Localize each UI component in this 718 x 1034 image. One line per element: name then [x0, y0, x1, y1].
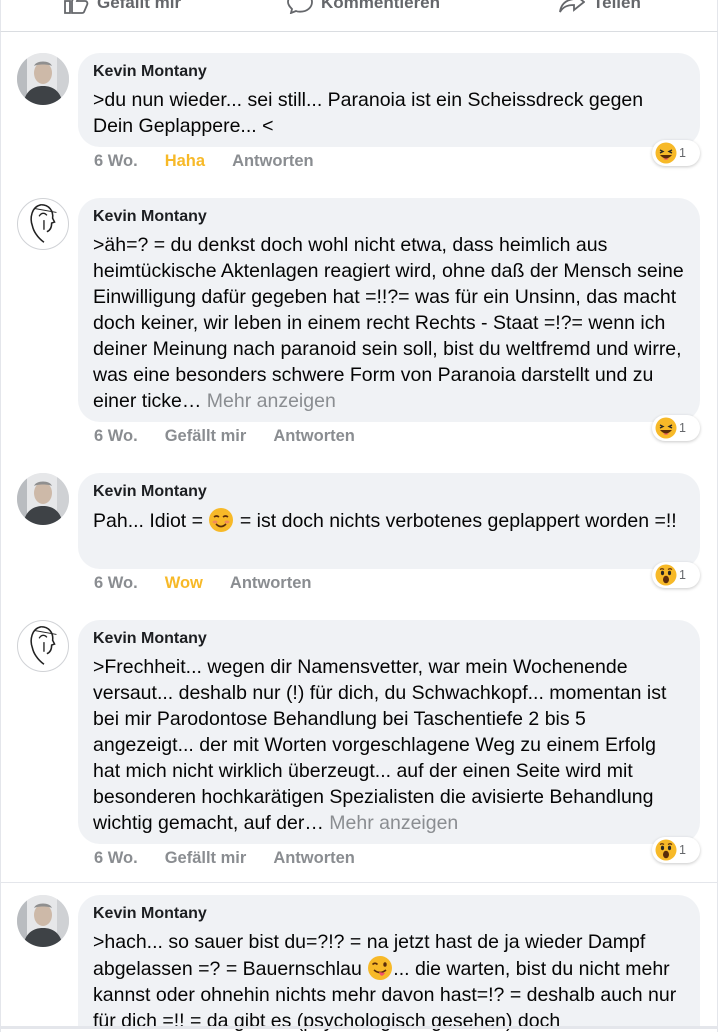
share-arrow-icon — [559, 0, 585, 13]
comment-meta: 6 Wo. Gefällt mir Antworten — [94, 849, 355, 868]
like-action-label: Gefällt mir — [97, 0, 182, 12]
comment-text-body: >äh=? = du denkst doch wohl nicht etwa, … — [93, 234, 684, 412]
comment-time[interactable]: 6 Wo. — [94, 849, 138, 868]
comment-author[interactable]: Kevin Montany — [93, 208, 686, 226]
divider — [0, 882, 718, 883]
comment-time[interactable]: 6 Wo. — [94, 574, 138, 593]
comment-author[interactable]: Kevin Montany — [93, 63, 686, 81]
profile-photo-icon — [17, 53, 69, 105]
thumbs-up-icon — [64, 0, 89, 14]
comment-action-button[interactable]: Kommentieren — [287, 0, 440, 14]
comment-text: >Frechheit... wegen dir Namensvetter, wa… — [93, 654, 686, 836]
comment-bubble: Kevin Montany >Frechheit... wegen dir Na… — [78, 620, 700, 844]
reaction-count: 1 — [679, 421, 686, 435]
avatar[interactable] — [17, 895, 69, 947]
reaction-count: 1 — [679, 568, 686, 582]
reaction-button[interactable]: Gefällt mir — [165, 849, 247, 868]
avatar[interactable] — [17, 620, 69, 672]
avatar[interactable] — [17, 53, 69, 105]
comment-meta: 6 Wo. Gefällt mir Antworten — [94, 427, 355, 446]
reply-button[interactable]: Antworten — [232, 152, 314, 171]
wow-emoji-icon — [655, 839, 677, 861]
comment-text-body: >Frechheit... wegen dir Namensvetter, wa… — [93, 656, 667, 834]
laughing-emoji-icon — [655, 417, 677, 439]
profile-photo-icon — [17, 473, 69, 525]
sketch-face-icon — [30, 626, 57, 665]
laughing-emoji-icon — [655, 142, 677, 164]
speech-bubble-icon — [287, 0, 313, 14]
comment-bubble: Kevin Montany Pah... Idiot = = ist doch … — [78, 473, 700, 569]
like-action-button[interactable]: Gefällt mir — [63, 0, 181, 14]
sketch-face-icon — [30, 204, 57, 243]
reaction-summary[interactable]: 1 — [652, 415, 700, 441]
comment-author[interactable]: Kevin Montany — [93, 630, 686, 648]
reaction-summary[interactable]: 1 — [652, 837, 700, 863]
winking-tongue-emoji-icon — [368, 956, 393, 980]
smiling-emoji-icon — [209, 508, 234, 532]
reply-button[interactable]: Antworten — [230, 574, 312, 593]
comment-meta: 6 Wo. Haha Antworten — [94, 152, 314, 171]
post-action-bar: Gefällt mir Kommentieren Teilen — [0, 0, 718, 32]
wow-emoji-icon — [655, 564, 677, 586]
comment-bubble: Kevin Montany >du nun wieder... sei stil… — [78, 53, 700, 147]
reaction-summary[interactable]: 1 — [652, 140, 700, 166]
comment-author[interactable]: Kevin Montany — [93, 483, 686, 501]
reaction-button[interactable]: Wow — [165, 574, 203, 593]
comment-text-before: Pah... Idiot = — [93, 510, 209, 532]
comment-action-label: Kommentieren — [321, 0, 441, 12]
comment-author[interactable]: Kevin Montany — [93, 905, 686, 923]
comment-meta: 6 Wo. Wow Antworten — [94, 574, 311, 593]
reaction-summary[interactable]: 1 — [652, 562, 700, 588]
reaction-button[interactable]: Gefällt mir — [165, 427, 247, 446]
comment-text: >äh=? = du denkst doch wohl nicht etwa, … — [93, 232, 686, 414]
comment-text-after: = ist doch nichts verbotenes geplappert … — [234, 510, 677, 532]
see-more-link[interactable]: Mehr anzeigen — [329, 812, 458, 834]
see-more-link[interactable]: Mehr anzeigen — [207, 390, 336, 412]
comment-time[interactable]: 6 Wo. — [94, 152, 138, 171]
reaction-count: 1 — [679, 843, 686, 857]
share-action-label: Teilen — [593, 0, 641, 12]
profile-photo-icon — [17, 895, 69, 947]
comment-text: Pah... Idiot = = ist doch nichts verbote… — [93, 507, 686, 534]
comment-bubble: Kevin Montany >äh=? = du denkst doch woh… — [78, 198, 700, 422]
reaction-count: 1 — [679, 146, 686, 160]
comment-time[interactable]: 6 Wo. — [94, 427, 138, 446]
reaction-button[interactable]: Haha — [165, 152, 205, 171]
share-action-button[interactable]: Teilen — [559, 0, 641, 14]
avatar[interactable] — [17, 473, 69, 525]
avatar[interactable] — [17, 198, 69, 250]
comment-bubble: Kevin Montany >hach... so sauer bist du=… — [78, 895, 700, 1032]
reply-button[interactable]: Antworten — [273, 849, 355, 868]
comment-text: >hach... so sauer bist du=?!? = na jetzt… — [93, 929, 686, 1034]
reply-button[interactable]: Antworten — [273, 427, 355, 446]
comment-text: >du nun wieder... sei still... Paranoia … — [93, 89, 644, 137]
